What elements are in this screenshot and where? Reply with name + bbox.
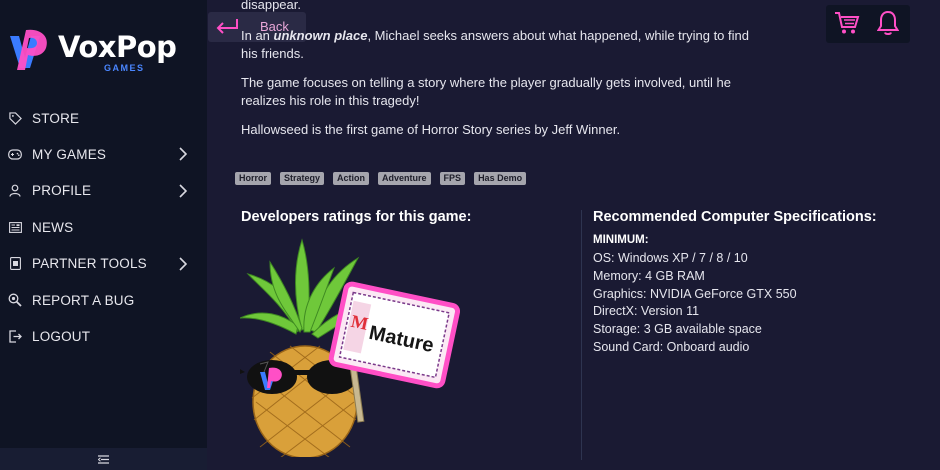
specs-minimum-label: MINIMUM: <box>593 234 649 246</box>
tools-icon <box>8 257 22 271</box>
header-actions <box>826 5 910 43</box>
description-paragraph: In an unknown place, Michael seeks answe… <box>241 27 761 63</box>
sidebar-item-my-games[interactable]: MY GAMES <box>0 136 207 172</box>
logo[interactable]: VoxPop GAMES <box>6 26 177 76</box>
chevron-right-icon <box>179 184 187 198</box>
user-icon <box>8 184 22 198</box>
sidebar: VoxPop GAMES STORE MY GAMES PROFILE NEWS… <box>0 0 207 470</box>
tag-action[interactable]: Action <box>333 172 370 185</box>
sidebar-item-label: PROFILE <box>32 183 92 199</box>
description-fragment: disappear. <box>241 0 301 12</box>
spec-directx: DirectX: Version 11 <box>593 304 700 319</box>
bug-search-icon <box>8 293 22 307</box>
logout-icon <box>8 330 22 344</box>
sidebar-item-partner-tools[interactable]: PARTNER TOOLS <box>0 246 207 282</box>
sidebar-item-label: NEWS <box>32 219 74 235</box>
spec-memory: Memory: 4 GB RAM <box>593 268 705 283</box>
description-paragraph: The game focuses on telling a story wher… <box>241 75 731 108</box>
description-paragraph: Hallowseed is the first game of Horror S… <box>241 122 621 137</box>
sidebar-item-report-a-bug[interactable]: REPORT A BUG <box>0 282 207 318</box>
chevron-right-icon <box>179 256 187 271</box>
sidebar-item-label: PARTNER TOOLS <box>32 256 147 272</box>
cart-icon[interactable] <box>834 11 860 35</box>
pineapple-mature-rating-image: M Mature <box>240 238 460 457</box>
text: In an <box>241 28 274 43</box>
sidebar-item-profile[interactable]: PROFILE <box>0 173 207 209</box>
sidebar-item-label: STORE <box>32 110 80 126</box>
divider <box>581 210 582 460</box>
gamepad-icon <box>8 148 22 162</box>
sidebar-item-news[interactable]: NEWS <box>0 209 207 245</box>
news-icon <box>8 220 22 234</box>
tag-has-demo[interactable]: Has Demo <box>474 172 527 185</box>
brand-sub: GAMES <box>104 63 145 73</box>
spec-sound-card: Sound Card: Onboard audio <box>593 339 750 354</box>
emphasis-text: unknown place <box>273 28 368 43</box>
sidebar-nav: STORE MY GAMES PROFILE NEWS PARTNER TOOL… <box>0 100 207 355</box>
chevron-right-icon <box>179 147 187 161</box>
tag-fps[interactable]: FPS <box>439 172 466 185</box>
sidebar-item-label: REPORT A BUG <box>32 292 135 308</box>
tag-icon <box>8 111 22 125</box>
bell-icon[interactable] <box>877 10 899 36</box>
sidebar-item-store[interactable]: STORE <box>0 100 207 136</box>
spec-storage: Storage: 3 GB available space <box>593 322 762 337</box>
tag-adventure[interactable]: Adventure <box>378 172 431 185</box>
tag-list: Horror Strategy Action Adventure FPS Has… <box>235 172 535 185</box>
collapse-icon <box>98 454 109 464</box>
tag-horror[interactable]: Horror <box>235 172 272 185</box>
collapse-sidebar-button[interactable] <box>0 448 207 470</box>
logo-mark-icon <box>10 29 47 71</box>
brand-name: VoxPop <box>58 30 177 64</box>
spec-graphics: Graphics: NVIDIA GeForce GTX 550 <box>593 286 797 301</box>
ratings-title: Developers ratings for this game: <box>241 209 472 225</box>
specs-list: OS: Windows XP / 7 / 8 / 10 Memory: 4 GB… <box>593 250 797 357</box>
sidebar-item-label: LOGOUT <box>32 329 91 345</box>
spec-os: OS: Windows XP / 7 / 8 / 10 <box>593 251 748 265</box>
sidebar-item-label: MY GAMES <box>32 147 107 163</box>
tag-strategy[interactable]: Strategy <box>280 172 325 185</box>
specs-title: Recommended Computer Specifications: <box>593 209 877 225</box>
return-arrow-icon <box>216 19 238 34</box>
sidebar-item-logout[interactable]: LOGOUT <box>0 318 207 354</box>
